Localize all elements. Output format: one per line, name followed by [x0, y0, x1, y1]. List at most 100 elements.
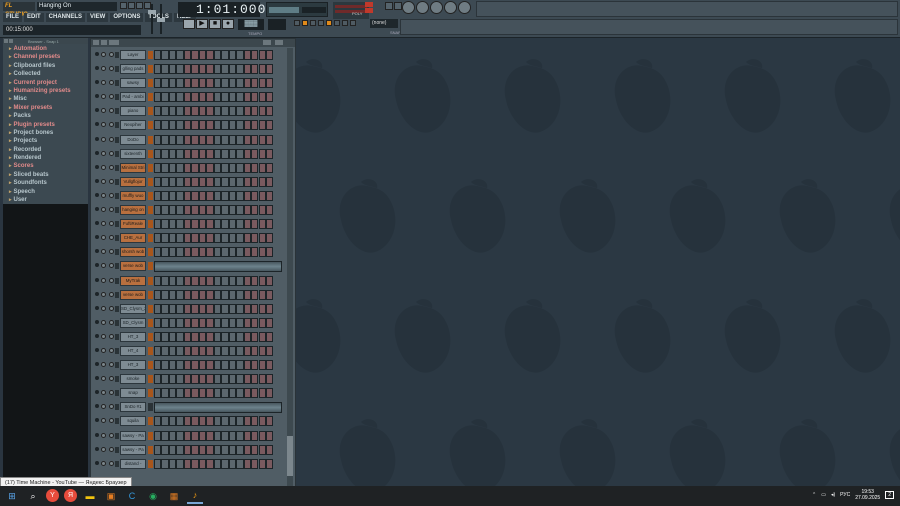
- step-button[interactable]: [251, 92, 259, 103]
- volume-knob[interactable]: [109, 305, 114, 311]
- step-button[interactable]: [251, 176, 259, 187]
- browser-item[interactable]: ▸ Clipboard files: [3, 62, 88, 70]
- step-button[interactable]: [206, 50, 214, 60]
- mute-led[interactable]: [95, 178, 99, 183]
- browser-item[interactable]: ▸ Sliced beats: [3, 171, 88, 179]
- mute-led[interactable]: [95, 122, 99, 127]
- language-indicator[interactable]: РУС: [840, 492, 850, 498]
- rack-group-icon[interactable]: [109, 40, 119, 45]
- step-button[interactable]: [206, 430, 214, 441]
- browser-item[interactable]: ▸ Speech: [3, 188, 88, 196]
- step-button[interactable]: [154, 331, 162, 342]
- master-volume-slider[interactable]: [148, 4, 156, 34]
- step-button[interactable]: [183, 430, 192, 441]
- step-button[interactable]: [213, 331, 222, 342]
- step-button[interactable]: [176, 247, 184, 258]
- step-button[interactable]: [161, 190, 169, 201]
- step-button[interactable]: [258, 92, 266, 103]
- step-button[interactable]: [191, 148, 199, 159]
- step-button[interactable]: [251, 190, 259, 201]
- step-button[interactable]: [251, 106, 259, 117]
- step-button[interactable]: [168, 64, 177, 75]
- rack-menu-icon[interactable]: [93, 40, 99, 45]
- step-button[interactable]: [161, 416, 169, 427]
- record-button[interactable]: ●: [222, 19, 234, 29]
- step-button[interactable]: [213, 317, 222, 328]
- step-button[interactable]: [176, 92, 184, 103]
- mixer-track-number[interactable]: [115, 178, 119, 185]
- step-button[interactable]: [154, 134, 162, 145]
- step-button[interactable]: [251, 78, 259, 89]
- step-button[interactable]: [176, 134, 184, 145]
- step-button[interactable]: [258, 416, 266, 427]
- volume-knob[interactable]: [109, 362, 114, 368]
- mixer-track-number[interactable]: [115, 319, 119, 326]
- step-button[interactable]: [266, 430, 274, 441]
- pan-knob[interactable]: [101, 207, 106, 213]
- step-button[interactable]: [251, 360, 259, 371]
- step-button[interactable]: [206, 303, 214, 314]
- step-button[interactable]: [213, 92, 222, 103]
- step-button[interactable]: [251, 388, 259, 399]
- step-button[interactable]: [236, 430, 244, 441]
- step-button[interactable]: [251, 303, 259, 314]
- step-button[interactable]: [251, 430, 259, 441]
- step-button[interactable]: [168, 388, 177, 399]
- channel-name-button[interactable]: squila: [120, 416, 146, 427]
- step-button[interactable]: [183, 458, 192, 469]
- volume-knob[interactable]: [109, 249, 114, 255]
- step-button[interactable]: [191, 92, 199, 103]
- step-button[interactable]: [206, 360, 214, 371]
- pan-knob[interactable]: [101, 319, 106, 325]
- step-button[interactable]: [183, 120, 192, 131]
- step-button[interactable]: [176, 303, 184, 314]
- step-button[interactable]: [198, 303, 207, 314]
- app-grid-icon[interactable]: ▦: [166, 488, 182, 504]
- mixer-track-number[interactable]: [115, 404, 119, 411]
- step-button[interactable]: [236, 317, 244, 328]
- step-button[interactable]: [258, 78, 266, 89]
- step-button[interactable]: [228, 78, 237, 89]
- step-button[interactable]: [198, 219, 207, 230]
- mixer-track-number[interactable]: [115, 263, 119, 270]
- step-button[interactable]: [258, 360, 266, 371]
- step-button[interactable]: [183, 64, 192, 75]
- step-button[interactable]: [198, 360, 207, 371]
- mixer-track-number[interactable]: [115, 432, 119, 439]
- browser-item[interactable]: ▸ Projects: [3, 137, 88, 145]
- step-button[interactable]: [251, 444, 259, 455]
- step-button[interactable]: [154, 444, 162, 455]
- step-button[interactable]: [161, 92, 169, 103]
- ccleaner-icon[interactable]: C: [124, 488, 140, 504]
- step-button[interactable]: [243, 205, 251, 216]
- mixer-track-number[interactable]: [115, 150, 119, 157]
- mute-led[interactable]: [95, 446, 99, 451]
- step-button[interactable]: [228, 190, 237, 201]
- step-button[interactable]: [221, 78, 229, 89]
- step-button[interactable]: [251, 247, 259, 258]
- channel-name-button[interactable]: HT_3: [120, 360, 146, 371]
- step-button[interactable]: [258, 345, 266, 356]
- step-button[interactable]: [236, 106, 244, 117]
- mute-led[interactable]: [95, 376, 99, 381]
- step-button[interactable]: [183, 78, 192, 89]
- step-button[interactable]: [154, 416, 162, 427]
- mute-led[interactable]: [95, 362, 99, 367]
- volume-knob[interactable]: [109, 164, 114, 170]
- step-button[interactable]: [243, 233, 251, 244]
- step-button[interactable]: [251, 134, 259, 145]
- volume-knob[interactable]: [109, 333, 114, 339]
- mixer-track-number[interactable]: [115, 446, 119, 453]
- step-button[interactable]: [266, 148, 274, 159]
- step-button[interactable]: [266, 106, 274, 117]
- step-button[interactable]: [183, 176, 192, 187]
- browser-item[interactable]: ▸ Soundfonts: [3, 179, 88, 187]
- pan-knob[interactable]: [101, 291, 106, 297]
- step-button[interactable]: [191, 458, 199, 469]
- mixer-track-number[interactable]: [115, 80, 119, 87]
- channel-name-button[interactable]: distand -: [120, 458, 146, 469]
- step-button[interactable]: [198, 331, 207, 342]
- step-button[interactable]: [154, 233, 162, 244]
- step-button[interactable]: [168, 205, 177, 216]
- volume-knob[interactable]: [109, 94, 114, 100]
